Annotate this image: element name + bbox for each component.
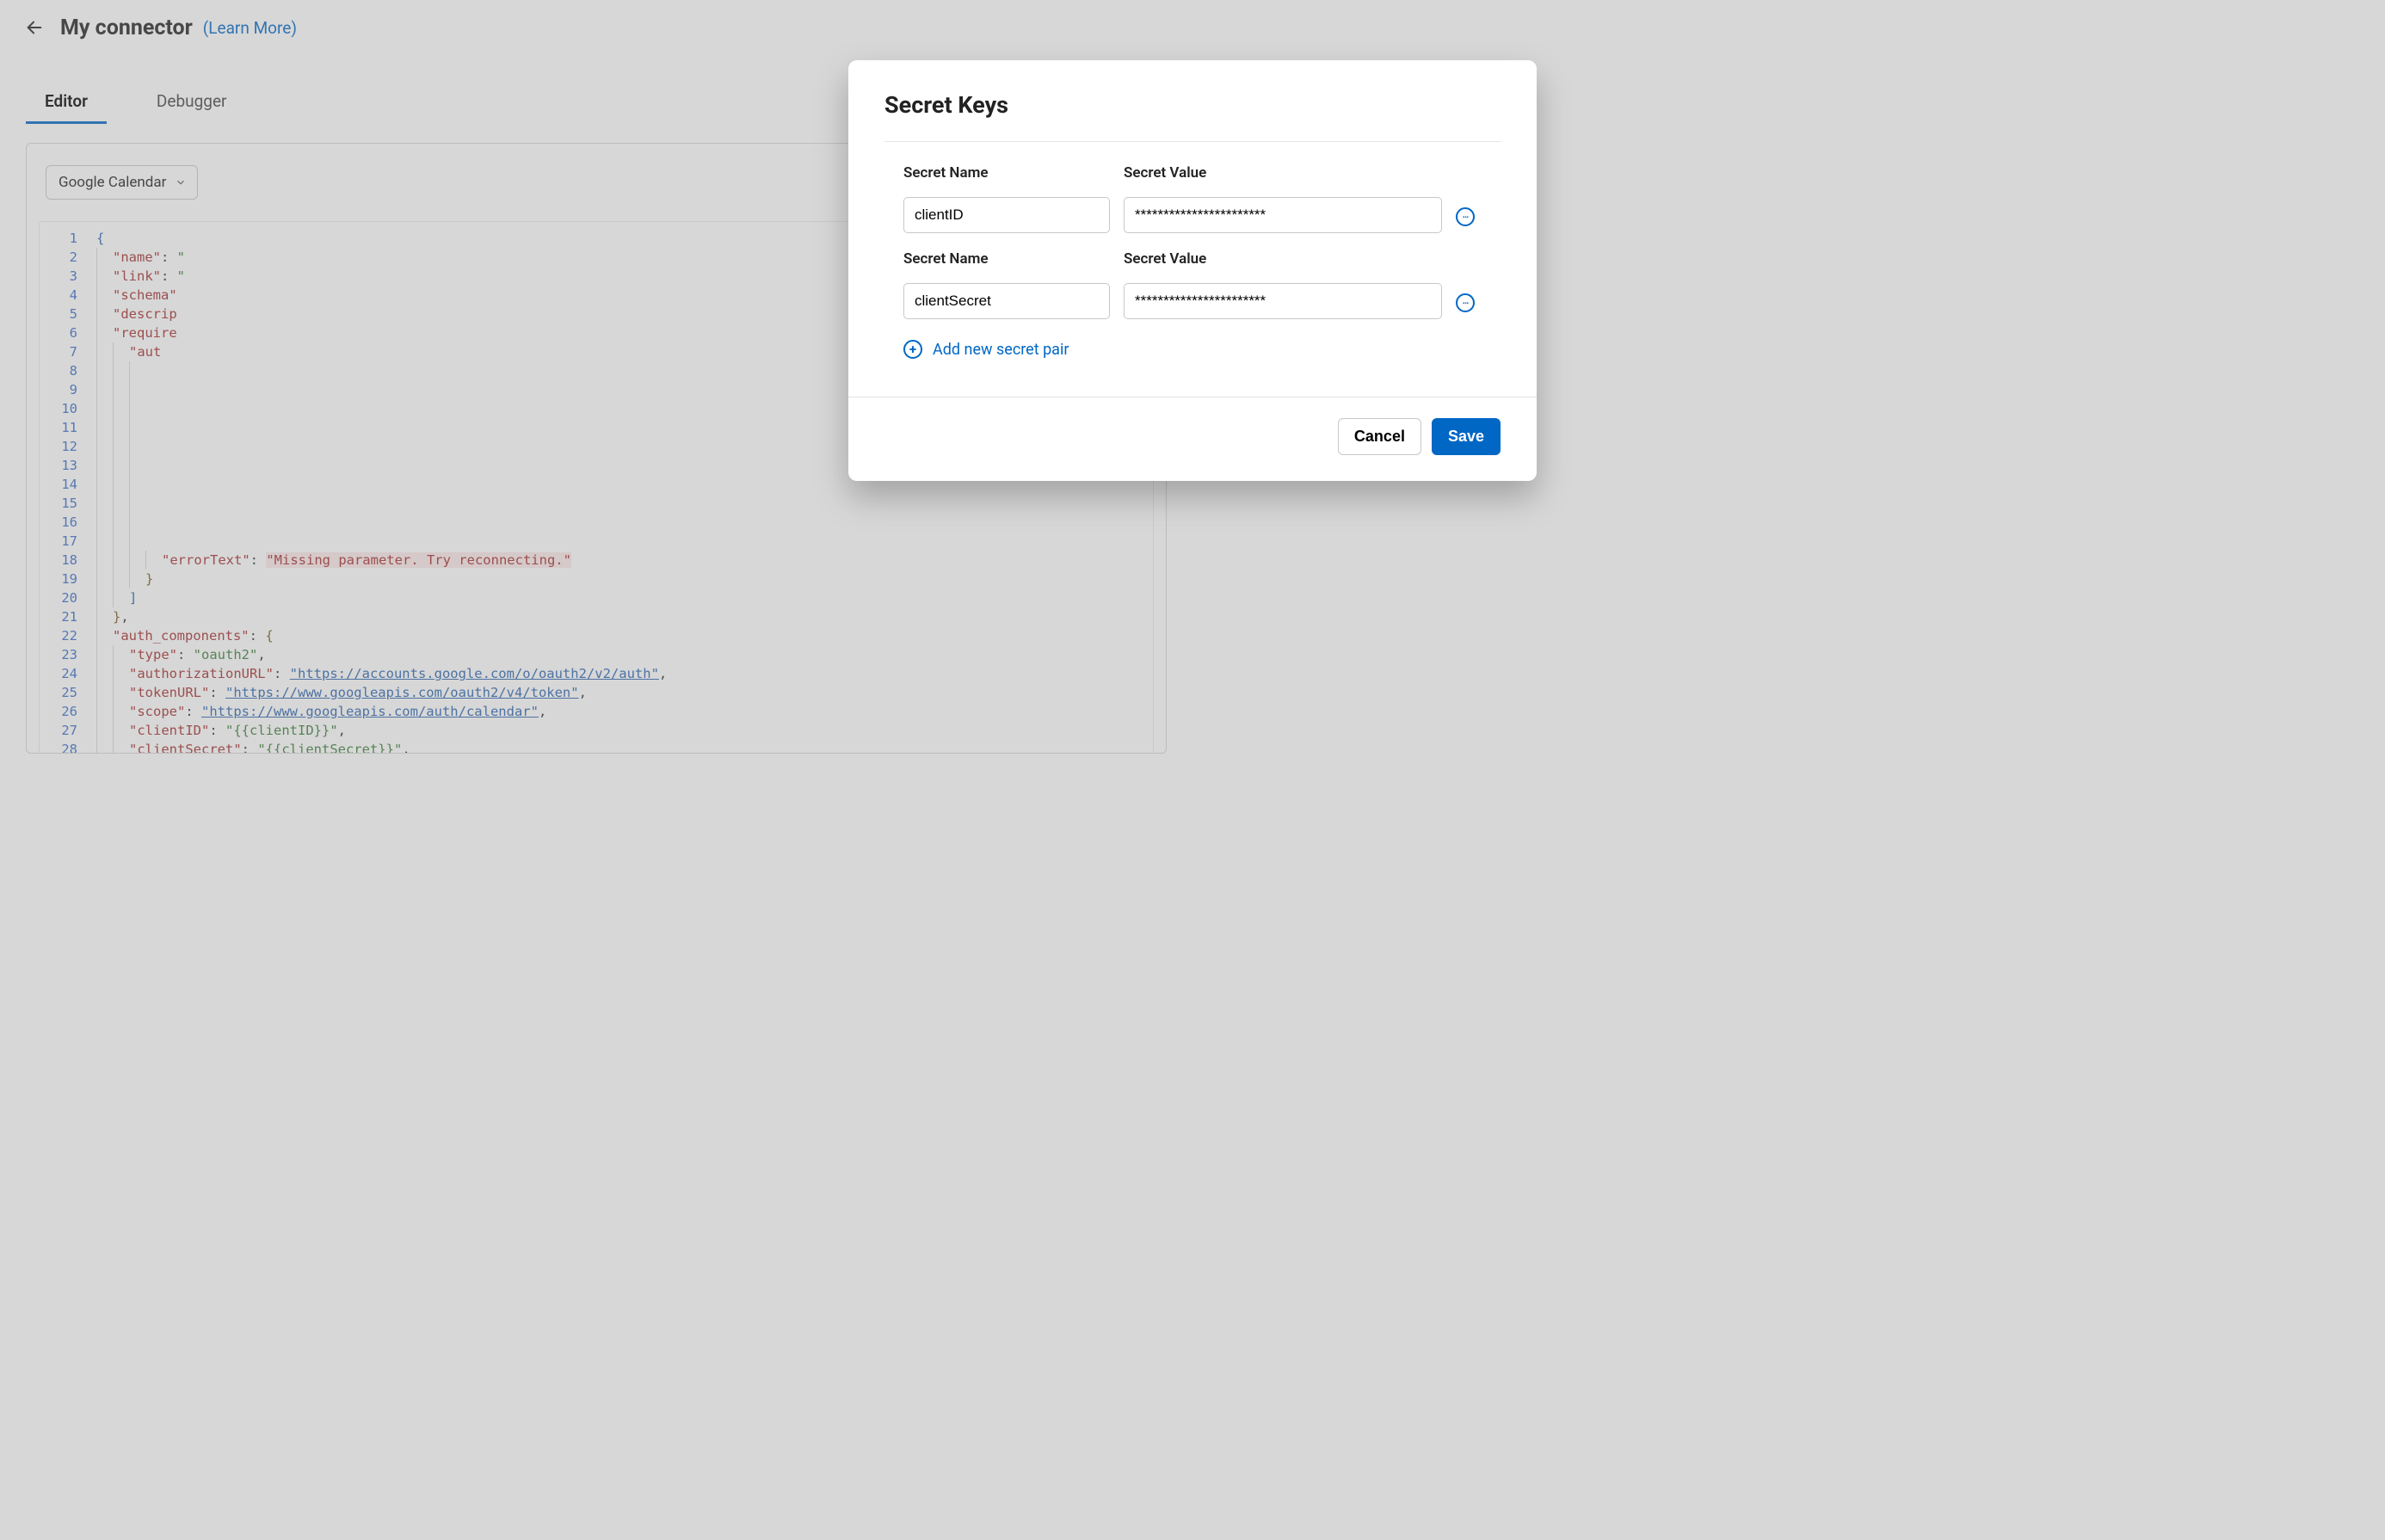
add-secret-pair-button[interactable]: + Add new secret pair [903,340,1482,359]
row-menu-icon[interactable]: ··· [1456,293,1475,312]
save-button[interactable]: Save [1432,418,1501,455]
cancel-button[interactable]: Cancel [1338,418,1421,455]
secret-name-input[interactable] [903,283,1110,319]
secret-value-input[interactable] [1124,283,1442,319]
secret-name-label: Secret Name [903,250,1110,268]
secret-value-label: Secret Value [1124,164,1442,182]
row-menu-icon[interactable]: ··· [1456,207,1475,226]
secret-name-label: Secret Name [903,164,1110,182]
secret-value-input[interactable] [1124,197,1442,233]
plus-circle-icon: + [903,340,922,359]
modal-overlay: Secret Keys Secret Name Secret Value ···… [0,0,2385,1540]
secret-value-label: Secret Value [1124,250,1442,268]
secret-name-input[interactable] [903,197,1110,233]
modal-title: Secret Keys [884,91,1501,119]
secret-keys-modal: Secret Keys Secret Name Secret Value ···… [848,60,1537,481]
add-secret-pair-label: Add new secret pair [933,341,1069,359]
